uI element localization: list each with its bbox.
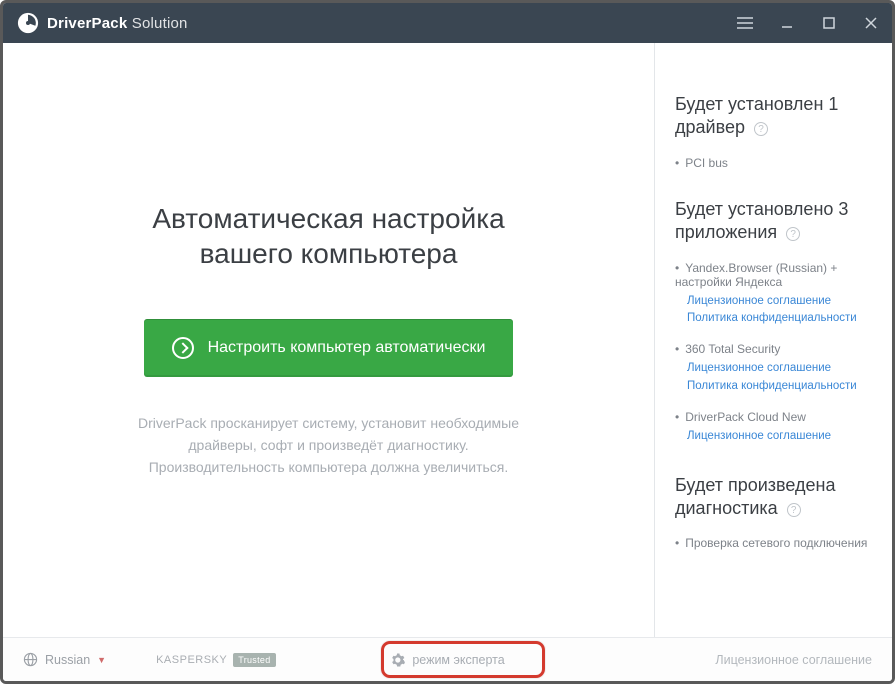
- kaspersky-trusted: KASPERSKY Trusted: [156, 653, 275, 667]
- apps-block: Будет установлено 3 приложения ? Yandex.…: [675, 198, 874, 446]
- maximize-button[interactable]: [808, 3, 850, 43]
- apps-heading: Будет установлено 3 приложения ?: [675, 198, 874, 245]
- privacy-link[interactable]: Политика конфиденциальности: [687, 378, 874, 396]
- trusted-badge: Trusted: [233, 653, 275, 667]
- list-item: Yandex.Browser (Russian) + настройки Янд…: [675, 261, 874, 289]
- footer-license-link[interactable]: Лицензионное соглашение: [715, 653, 872, 667]
- diag-heading: Будет произведена диагностика ?: [675, 474, 874, 521]
- driverpack-icon: [17, 12, 39, 34]
- license-link[interactable]: Лицензионное соглашение: [687, 360, 874, 378]
- app-window: DriverPack Solution Автоматическая настр…: [0, 0, 895, 684]
- expert-mode-button[interactable]: режим эксперта: [390, 653, 504, 667]
- configure-button-label: Настроить компьютер автоматически: [208, 339, 486, 357]
- help-icon[interactable]: ?: [787, 503, 801, 517]
- page-headline: Автоматическая настройка вашего компьюте…: [152, 201, 504, 271]
- minimize-button[interactable]: [766, 3, 808, 43]
- wand-icon: [172, 337, 194, 359]
- privacy-link[interactable]: Политика конфиденциальности: [687, 310, 874, 328]
- content-area: Автоматическая настройка вашего компьюте…: [3, 43, 892, 637]
- window-controls: [724, 3, 892, 43]
- help-icon[interactable]: ?: [754, 122, 768, 136]
- help-icon[interactable]: ?: [786, 227, 800, 241]
- globe-icon: [23, 652, 38, 667]
- diag-block: Будет произведена диагностика ? Проверка…: [675, 474, 874, 551]
- titlebar: DriverPack Solution: [3, 3, 892, 43]
- configure-auto-button[interactable]: Настроить компьютер автоматически: [144, 319, 514, 377]
- headline-line2: вашего компьютера: [152, 236, 504, 271]
- expert-mode-label: режим эксперта: [412, 653, 504, 667]
- drivers-block: Будет установлен 1 драйвер ? PCI bus: [675, 93, 874, 170]
- kaspersky-label: KASPERSKY: [156, 654, 227, 666]
- app-title: DriverPack Solution: [47, 15, 188, 32]
- menu-button[interactable]: [724, 3, 766, 43]
- app-logo: DriverPack Solution: [17, 12, 188, 34]
- sub-description: DriverPack просканирует систему, установ…: [138, 413, 519, 478]
- drivers-heading: Будет установлен 1 драйвер ?: [675, 93, 874, 140]
- list-item: DriverPack Cloud New: [675, 410, 874, 424]
- license-link[interactable]: Лицензионное соглашение: [687, 293, 874, 311]
- gear-icon: [390, 653, 404, 667]
- list-item: Проверка сетевого подключения: [675, 536, 874, 550]
- close-button[interactable]: [850, 3, 892, 43]
- language-selector[interactable]: Russian ▼: [23, 652, 106, 667]
- license-link[interactable]: Лицензионное соглашение: [687, 428, 874, 446]
- language-label: Russian: [45, 653, 90, 667]
- chevron-down-icon: ▼: [97, 655, 106, 665]
- list-item: 360 Total Security: [675, 342, 874, 356]
- list-item: PCI bus: [675, 156, 874, 170]
- headline-line1: Автоматическая настройка: [152, 201, 504, 236]
- footer-bar: Russian ▼ KASPERSKY Trusted режим экспер…: [3, 637, 892, 681]
- side-panel[interactable]: Будет установлен 1 драйвер ? PCI bus Буд…: [654, 43, 892, 637]
- main-panel: Автоматическая настройка вашего компьюте…: [3, 43, 654, 637]
